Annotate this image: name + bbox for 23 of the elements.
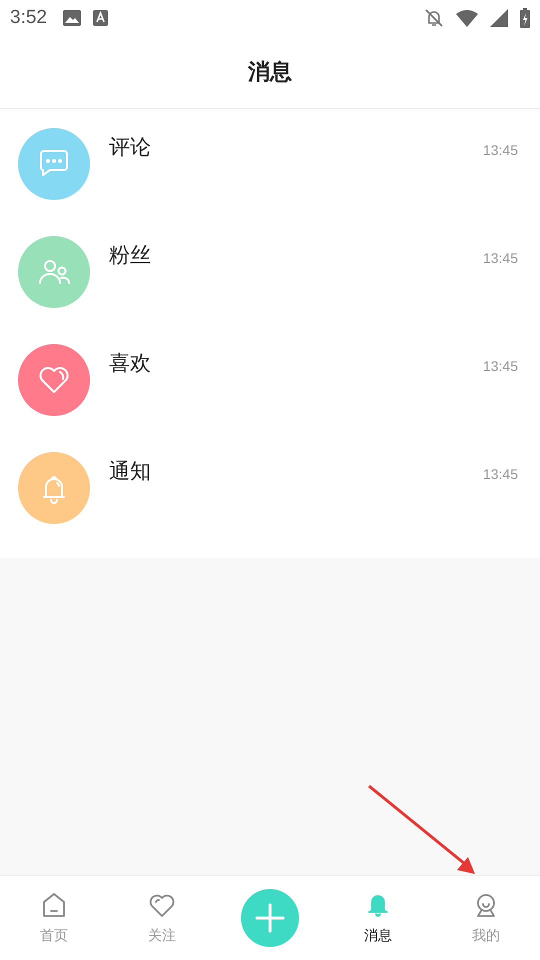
message-title: 评论 — [109, 134, 152, 161]
message-item[interactable]: 通知 13:45 — [0, 433, 540, 541]
message-title: 通知 — [109, 458, 152, 485]
message-item[interactable]: 评论 13:45 — [0, 109, 540, 217]
battery-icon — [520, 8, 530, 28]
muted-bell-icon — [424, 8, 444, 28]
message-title: 喜欢 — [109, 350, 152, 377]
font-icon — [92, 10, 108, 26]
message-title: 粉丝 — [109, 242, 152, 269]
wifi-icon — [456, 9, 478, 27]
message-time: 13:45 — [482, 142, 518, 158]
message-time: 13:45 — [482, 250, 518, 266]
signal-icon — [490, 9, 508, 27]
plus-icon — [255, 903, 285, 933]
page-title: 消息 — [248, 59, 292, 87]
image-icon — [62, 10, 81, 26]
message-time: 13:45 — [482, 358, 518, 374]
nav-tab[interactable]: 消息 — [324, 876, 432, 960]
message-item[interactable]: 粉丝 13:45 — [0, 217, 540, 325]
message-item[interactable]: 喜欢 13:45 — [0, 325, 540, 433]
message-time: 13:45 — [482, 466, 518, 482]
status-time: 3:52 — [10, 7, 47, 29]
house-icon — [40, 891, 68, 919]
